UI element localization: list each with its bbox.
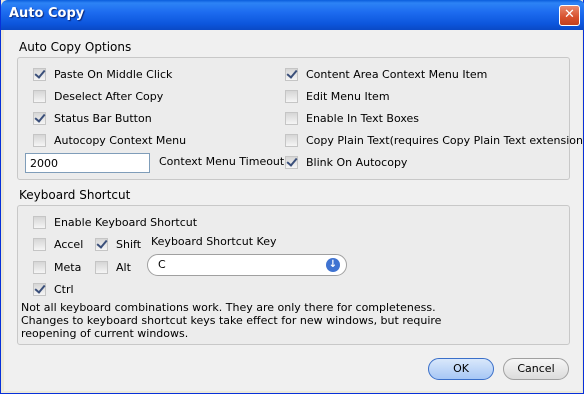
- checkbox[interactable]: [95, 237, 108, 251]
- ok-button[interactable]: OK: [428, 358, 494, 380]
- checkbox[interactable]: [285, 89, 298, 103]
- modifier-ctrl[interactable]: Ctrl: [33, 280, 74, 298]
- option-label: Alt: [116, 260, 131, 274]
- checkbox[interactable]: [33, 237, 46, 251]
- checkbox[interactable]: [33, 260, 46, 274]
- option-label: Shift: [116, 237, 142, 251]
- checkbox[interactable]: [285, 67, 298, 81]
- option-label: Meta: [54, 260, 82, 274]
- shortcut-key-value: C: [158, 258, 166, 271]
- checkbox[interactable]: [285, 133, 298, 147]
- shortcut-key-select[interactable]: C ↓: [147, 254, 347, 276]
- option-label: Status Bar Button: [54, 111, 152, 125]
- checkbox[interactable]: [33, 282, 46, 296]
- checkbox[interactable]: [285, 111, 298, 125]
- option-label: Edit Menu Item: [306, 89, 390, 103]
- note-line: reopening of current windows.: [21, 327, 189, 340]
- dialog-window: Auto Copy ✕ Auto Copy Options Paste On M…: [0, 0, 584, 394]
- note-line: Changes to keyboard shortcut keys take e…: [21, 314, 442, 327]
- checkbox[interactable]: [95, 260, 108, 274]
- checkbox[interactable]: [33, 215, 46, 229]
- option-autocopy-context-menu[interactable]: Autocopy Context Menu: [33, 131, 186, 149]
- close-icon: ✕: [564, 7, 575, 22]
- option-label: Content Area Context Menu Item: [306, 67, 488, 81]
- timeout-label: Context Menu Timeout: [159, 154, 285, 168]
- note-line: Not all keyboard combinations work. They…: [21, 301, 436, 314]
- option-copy-plain-text[interactable]: Copy Plain Text(requires Copy Plain Text…: [285, 131, 584, 149]
- keyboard-group-title: Keyboard Shortcut: [19, 188, 131, 202]
- option-label: Ctrl: [54, 282, 74, 296]
- option-content-area-menu-item[interactable]: Content Area Context Menu Item: [285, 65, 487, 83]
- modifier-shift[interactable]: Shift: [95, 235, 141, 253]
- option-deselect-after-copy[interactable]: Deselect After Copy: [33, 87, 163, 105]
- checkbox[interactable]: [33, 133, 46, 147]
- modifier-alt[interactable]: Alt: [95, 258, 131, 276]
- option-label: Enable Keyboard Shortcut: [54, 215, 198, 229]
- shortcut-key-label-row: Keyboard Shortcut Key: [151, 232, 277, 250]
- option-label: Paste On Middle Click: [54, 67, 173, 81]
- keyboard-note: Not all keyboard combinations work. They…: [21, 301, 441, 340]
- window-title: Auto Copy: [9, 6, 85, 21]
- checkbox[interactable]: [33, 111, 46, 125]
- option-label: Autocopy Context Menu: [54, 133, 187, 147]
- checkbox[interactable]: [33, 89, 46, 103]
- option-enable-keyboard-shortcut[interactable]: Enable Keyboard Shortcut: [33, 213, 197, 231]
- cancel-button[interactable]: Cancel: [503, 358, 569, 380]
- option-enable-in-text-boxes[interactable]: Enable In Text Boxes: [285, 109, 419, 127]
- option-label: Blink On Autocopy: [306, 155, 408, 169]
- option-paste-middle-click[interactable]: Paste On Middle Click: [33, 65, 172, 83]
- option-label: Enable In Text Boxes: [306, 111, 420, 125]
- timeout-input[interactable]: 2000: [25, 153, 150, 173]
- modifier-meta[interactable]: Meta: [33, 258, 81, 276]
- title-bar[interactable]: Auto Copy ✕: [1, 0, 584, 30]
- checkbox[interactable]: [33, 67, 46, 81]
- chevron-down-icon[interactable]: ↓: [326, 258, 340, 272]
- dialog-body: Auto Copy Options Paste On Middle Click …: [4, 30, 584, 391]
- option-label: Deselect After Copy: [54, 89, 164, 103]
- checkbox[interactable]: [285, 155, 298, 169]
- option-label: Accel: [54, 237, 84, 251]
- options-group-title: Auto Copy Options: [19, 40, 132, 54]
- option-label: Copy Plain Text(requires Copy Plain Text…: [306, 133, 584, 147]
- close-button[interactable]: ✕: [559, 5, 580, 26]
- option-status-bar-button[interactable]: Status Bar Button: [33, 109, 152, 127]
- option-edit-menu-item[interactable]: Edit Menu Item: [285, 87, 390, 105]
- option-blink-on-autocopy[interactable]: Blink On Autocopy: [285, 153, 407, 171]
- shortcut-key-label: Keyboard Shortcut Key: [151, 234, 277, 248]
- timeout-label-row: Context Menu Timeout: [159, 152, 284, 170]
- modifier-accel[interactable]: Accel: [33, 235, 83, 253]
